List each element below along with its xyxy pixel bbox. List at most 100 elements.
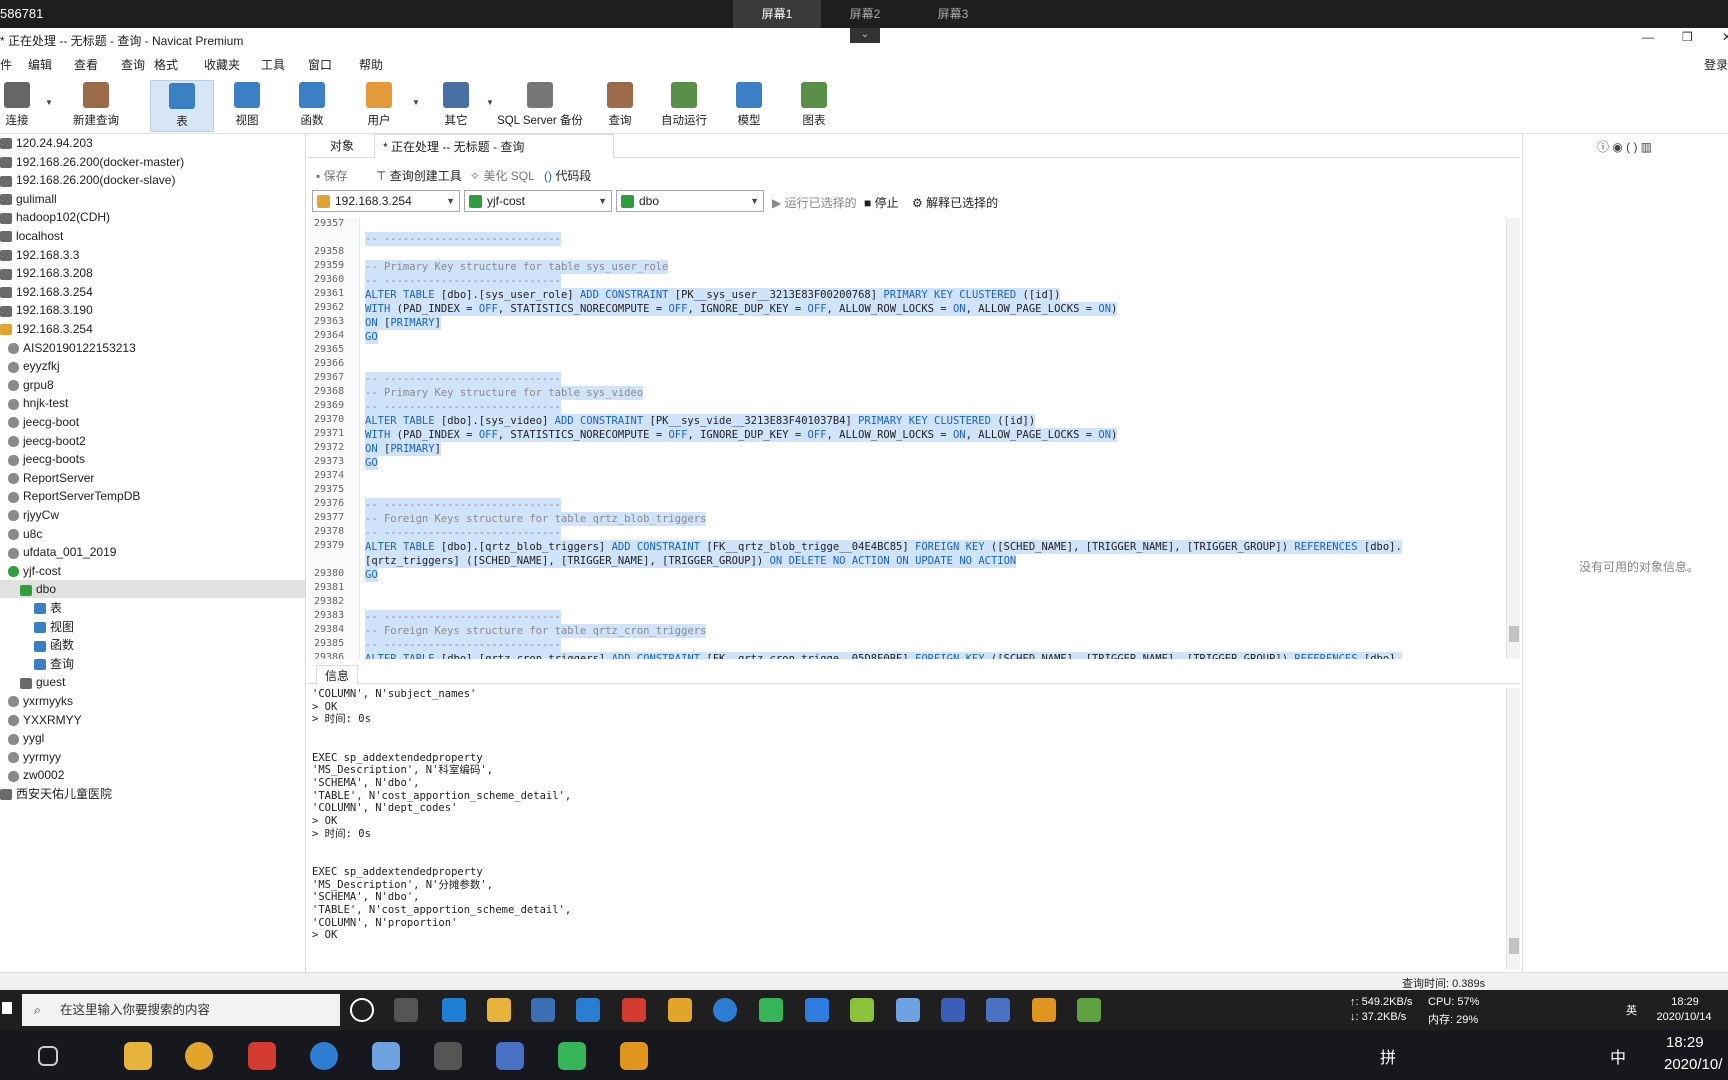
tree-node[interactable]: zw0002 bbox=[8, 766, 64, 784]
browser-icon[interactable] bbox=[310, 1042, 338, 1070]
tree-node[interactable]: localhost bbox=[0, 227, 63, 245]
taskbar-search-input[interactable]: ⌕ 在这里输入你要搜索的内容 bbox=[22, 994, 340, 1026]
connect-button[interactable]: 连接 bbox=[0, 80, 34, 132]
tree-node[interactable]: 视图 bbox=[34, 618, 74, 636]
clock-time[interactable]: 18:29 bbox=[1655, 996, 1715, 1008]
task-view-icon[interactable] bbox=[38, 1046, 58, 1066]
panel-icons[interactable]: ⓘ ◉ ( ) ▥ bbox=[1597, 138, 1652, 155]
screen-tab-2[interactable]: 屏幕2 bbox=[821, 0, 909, 28]
tree-node[interactable]: ReportServer bbox=[8, 469, 94, 487]
tree-node[interactable]: 120.24.94.203 bbox=[0, 134, 93, 152]
function-button[interactable]: 函数 bbox=[281, 80, 343, 132]
tab-objects[interactable]: 对象 bbox=[322, 134, 362, 158]
tree-node[interactable]: jeecg-boot bbox=[8, 413, 79, 431]
tree-node[interactable]: 函数 bbox=[34, 636, 74, 654]
save-button[interactable]: ▪ 保存 bbox=[316, 167, 348, 184]
tree-node[interactable]: 192.168.26.200(docker-slave) bbox=[0, 171, 175, 189]
chrome-icon[interactable] bbox=[668, 998, 692, 1022]
connection-select[interactable]: 192.168.3.254 ▼ bbox=[312, 190, 460, 212]
tree-node[interactable]: grpu8 bbox=[8, 376, 54, 394]
app-icon-4[interactable] bbox=[941, 998, 965, 1022]
code-snippet-button[interactable]: () 代码段 bbox=[544, 167, 591, 184]
browser-icon[interactable] bbox=[713, 998, 737, 1022]
scroll-thumb[interactable] bbox=[1509, 938, 1519, 954]
user-dropdown-icon[interactable]: ▼ bbox=[412, 98, 420, 107]
menu-window[interactable]: 窗口 bbox=[308, 56, 332, 73]
tree-node[interactable]: AIS20190122153213 bbox=[8, 339, 136, 357]
tab-info[interactable]: 信息 bbox=[316, 665, 359, 685]
chart-button[interactable]: 图表 bbox=[783, 80, 845, 132]
task-view-icon[interactable] bbox=[394, 998, 418, 1022]
tree-node[interactable]: 192.168.3.208 bbox=[0, 264, 93, 282]
remote-desktop-icon[interactable] bbox=[620, 1042, 648, 1070]
chrome-icon[interactable] bbox=[185, 1042, 213, 1070]
edge-icon[interactable] bbox=[442, 998, 466, 1022]
view-button[interactable]: 视图 bbox=[216, 80, 278, 132]
youdao-icon[interactable] bbox=[248, 1042, 276, 1070]
stop-button[interactable]: ■ 停止 bbox=[864, 194, 899, 211]
screen-tab-3[interactable]: 屏幕3 bbox=[909, 0, 997, 28]
app-icon-2[interactable] bbox=[434, 1042, 462, 1070]
menu-favorites[interactable]: 收藏夹 bbox=[204, 56, 240, 73]
tree-node[interactable]: dbo bbox=[0, 580, 305, 599]
model-button[interactable]: 模型 bbox=[718, 80, 780, 132]
tree-node[interactable]: yygl bbox=[8, 729, 44, 747]
login-link[interactable]: 登录 bbox=[1704, 56, 1728, 73]
tree-node[interactable]: 192.168.3.254 bbox=[0, 283, 93, 301]
scroll-thumb[interactable] bbox=[1509, 626, 1519, 642]
tree-node[interactable]: hadoop102(CDH) bbox=[0, 208, 110, 226]
tree-node[interactable]: YXXRMYY bbox=[8, 711, 82, 729]
sql-server-backup-button[interactable]: SQL Server 备份 bbox=[494, 80, 586, 132]
wechat-icon[interactable] bbox=[759, 998, 783, 1022]
screen-dropdown-icon[interactable]: ⌄ bbox=[850, 28, 880, 43]
tree-node[interactable]: hnjk-test bbox=[8, 394, 68, 412]
menu-format[interactable]: 格式 bbox=[154, 56, 178, 73]
other-dropdown-icon[interactable]: ▼ bbox=[486, 98, 494, 107]
tree-node[interactable]: u8c bbox=[8, 525, 42, 543]
tree-node[interactable]: ufdata_001_2019 bbox=[8, 543, 116, 561]
new-query-button[interactable]: 新建查询 bbox=[60, 80, 132, 132]
windows-start-icon[interactable] bbox=[2, 1002, 12, 1014]
tree-node[interactable]: 表 bbox=[34, 599, 62, 617]
run-selected-button[interactable]: ▶ 运行已选择的 bbox=[772, 194, 857, 211]
beautify-sql-button[interactable]: ✧ 美化 SQL bbox=[470, 167, 535, 184]
explorer-icon[interactable] bbox=[487, 998, 511, 1022]
table-button[interactable]: 表 bbox=[150, 80, 214, 132]
clock-date[interactable]: 2020/10/ bbox=[1664, 1056, 1722, 1073]
clock-time[interactable]: 18:29 bbox=[1666, 1034, 1704, 1051]
restore-button[interactable]: ❐ bbox=[1682, 30, 1693, 44]
sql-editor[interactable]: 29357 29358 29359 29360 29361 29362 29363 29364… bbox=[308, 218, 1520, 659]
tree-node[interactable]: 192.168.3.3 bbox=[0, 246, 79, 264]
cortana-icon[interactable] bbox=[350, 998, 374, 1022]
auto-run-button[interactable]: 自动运行 bbox=[652, 80, 716, 132]
tree-node[interactable]: 192.168.3.190 bbox=[0, 301, 93, 319]
menu-help[interactable]: 帮助 bbox=[359, 56, 383, 73]
menu-query[interactable]: 查询 bbox=[121, 56, 145, 73]
editor-scrollbar[interactable] bbox=[1506, 218, 1520, 659]
tree-node[interactable]: 192.168.3.254 bbox=[0, 320, 93, 338]
tree-node[interactable]: jeecg-boots bbox=[8, 450, 85, 468]
ime-lang[interactable]: 英 bbox=[1626, 1002, 1637, 1018]
user-button[interactable]: 用户 bbox=[348, 80, 410, 132]
query-builder-button[interactable]: ⊤ 查询创建工具 bbox=[376, 167, 462, 184]
menu-edit[interactable]: 编辑 bbox=[28, 56, 52, 73]
explorer-icon[interactable] bbox=[124, 1042, 152, 1070]
app-icon-3[interactable] bbox=[896, 998, 920, 1022]
tab-query[interactable]: * 正在处理 -- 无标题 - 查询 bbox=[374, 134, 614, 158]
tree-node[interactable]: 192.168.26.200(docker-master) bbox=[0, 153, 184, 171]
tree-node[interactable]: 查询 bbox=[34, 655, 74, 673]
app-icon[interactable] bbox=[805, 998, 829, 1022]
tree-node[interactable]: yjf-cost bbox=[8, 562, 61, 580]
app-icon-6[interactable] bbox=[1077, 998, 1101, 1022]
connect-dropdown-icon[interactable]: ▼ bbox=[45, 98, 53, 107]
youdao-icon[interactable] bbox=[622, 998, 646, 1022]
clock-date[interactable]: 2020/10/14 bbox=[1648, 1011, 1720, 1023]
mail-icon[interactable] bbox=[576, 998, 600, 1022]
other-button[interactable]: 其它 bbox=[425, 80, 487, 132]
minimize-button[interactable]: — bbox=[1642, 30, 1654, 44]
tree-node[interactable]: ReportServerTempDB bbox=[8, 487, 140, 505]
tree-node[interactable]: yxrmyyks bbox=[8, 692, 73, 710]
wechat-icon[interactable] bbox=[558, 1042, 586, 1070]
screen-tab-1[interactable]: 屏幕1 bbox=[733, 0, 821, 28]
tree-node[interactable]: guest bbox=[20, 673, 65, 691]
